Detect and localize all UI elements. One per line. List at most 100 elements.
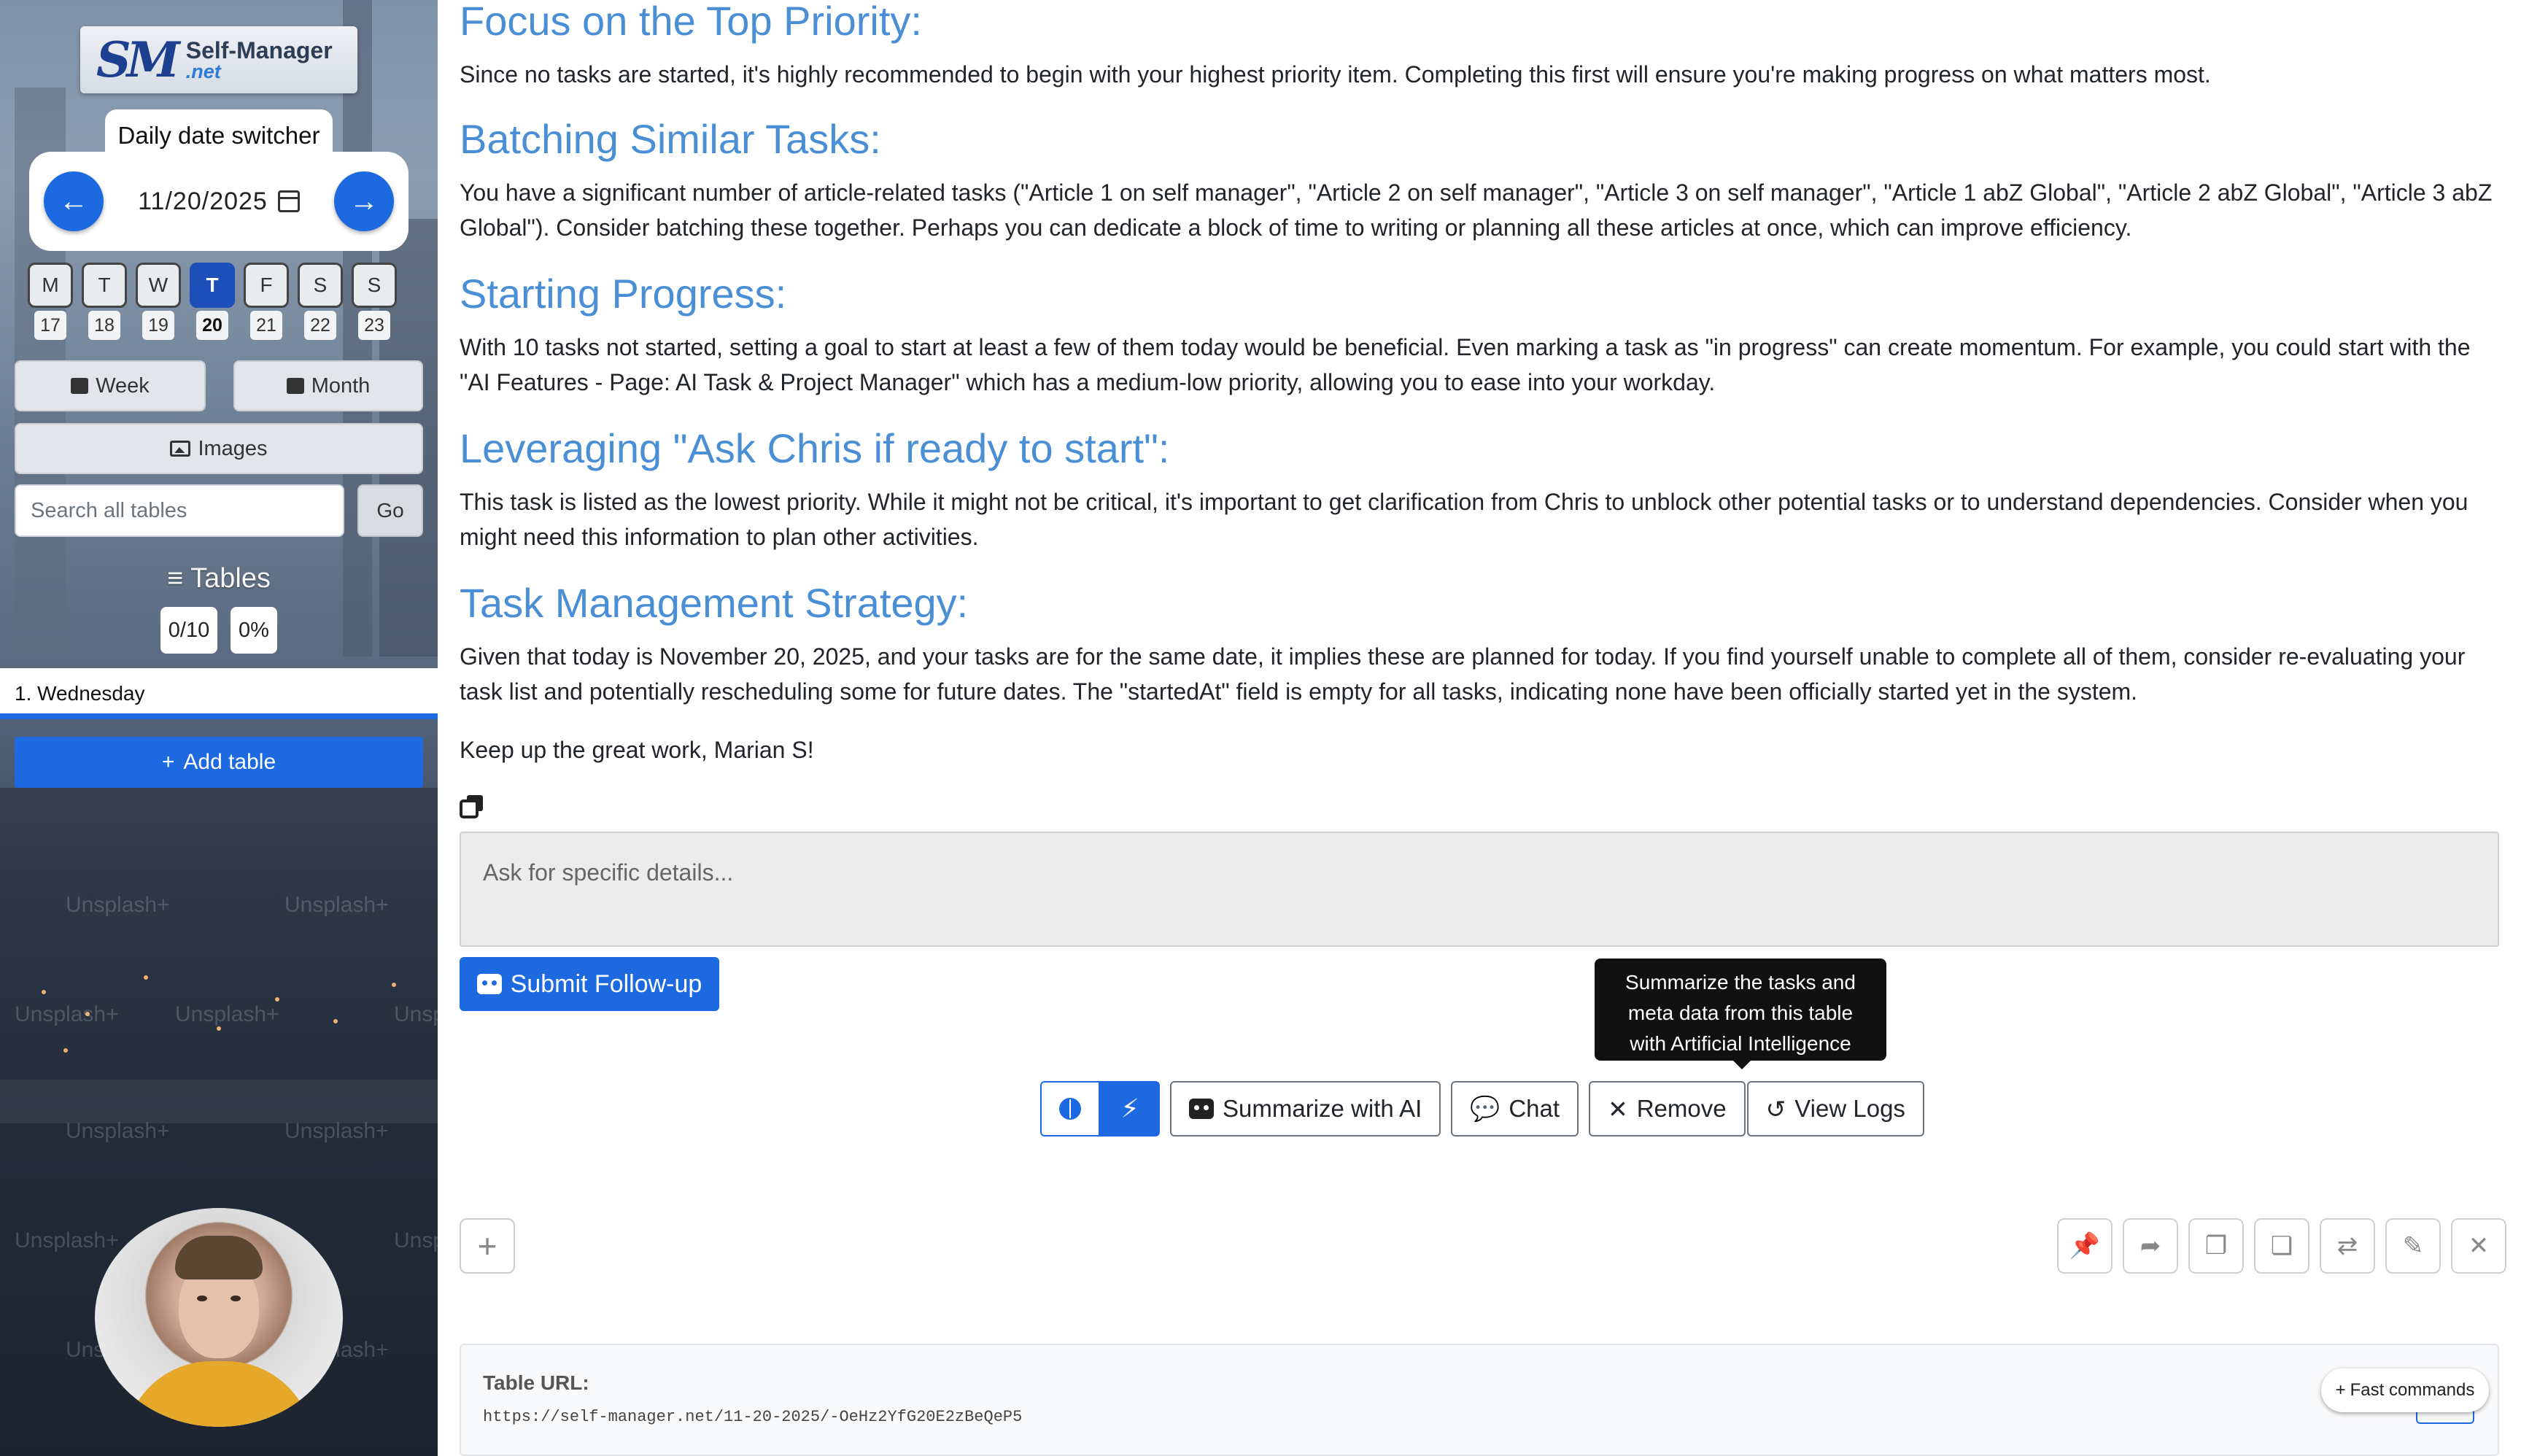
summary-heading: Batching Similar Tasks: — [460, 116, 881, 162]
close-icon: ✕ — [2468, 1232, 2490, 1260]
summary-heading: Starting Progress: — [460, 271, 787, 317]
avatar[interactable] — [95, 1208, 343, 1427]
summary-paragraph: This task is listed as the lowest priori… — [460, 489, 2468, 550]
calendar-icon — [286, 378, 304, 394]
weekday-sun[interactable]: S 23 — [352, 263, 397, 340]
clone-button[interactable]: ❏ — [2254, 1218, 2309, 1274]
weekday-fri[interactable]: F 21 — [244, 263, 289, 340]
tables-heading: ≡ Tables — [0, 563, 438, 595]
view-logs-button[interactable]: ↺ View Logs — [1746, 1081, 1924, 1136]
copy-icon: ❐ — [2204, 1232, 2228, 1260]
pin-button[interactable]: 📌 — [2057, 1218, 2113, 1274]
move-button[interactable]: ⇄ — [2320, 1218, 2375, 1274]
search-go-button[interactable]: Go — [357, 484, 423, 537]
remove-button[interactable]: ✕ Remove — [1589, 1081, 1746, 1136]
logo-tld: .net — [185, 60, 221, 82]
weekday-letter: T — [190, 263, 235, 308]
chat-icon: 💬 — [1470, 1094, 1500, 1122]
weekday-date: 18 — [88, 311, 120, 340]
week-label: Week — [96, 373, 150, 398]
close-table-button[interactable]: ✕ — [2451, 1218, 2506, 1274]
previous-day-button[interactable]: ← — [44, 171, 104, 231]
next-day-button[interactable]: → — [333, 171, 394, 231]
weekday-date: 22 — [304, 311, 336, 340]
chat-label: Chat — [1509, 1095, 1560, 1122]
table-url-label: Table URL: — [483, 1371, 589, 1394]
plus-icon: + — [477, 1227, 497, 1265]
date-input[interactable]: 11/20/2025 — [138, 187, 300, 216]
fast-mode-button[interactable]: ⚡ — [1100, 1081, 1160, 1136]
duplicate-button[interactable]: ❐ — [2188, 1218, 2244, 1274]
weekday-date: 17 — [34, 311, 66, 340]
submit-followup-button[interactable]: Submit Follow-up — [460, 957, 719, 1011]
summary-heading: Focus on the Top Priority: — [460, 0, 922, 44]
robot-icon — [476, 974, 502, 994]
summarize-with-ai-button[interactable]: Summarize with AI — [1170, 1081, 1441, 1136]
weekday-thu-selected[interactable]: T 20 — [190, 263, 235, 340]
add-row-button[interactable]: + — [460, 1218, 515, 1274]
weekday-sat[interactable]: S 22 — [298, 263, 343, 340]
chat-button[interactable]: 💬 Chat — [1451, 1081, 1579, 1136]
followup-input[interactable] — [460, 832, 2499, 947]
history-icon: ↺ — [1765, 1095, 1786, 1123]
watermark-text: Unsplash+ — [394, 1002, 438, 1026]
share-button[interactable]: ➦ — [2123, 1218, 2178, 1274]
watermark-text: Unsplash+ — [284, 1119, 389, 1143]
edit-button[interactable]: ✎ — [2385, 1218, 2441, 1274]
images-button[interactable]: Images — [15, 423, 423, 474]
summary-paragraph: You have a significant number of article… — [460, 179, 2493, 241]
logo[interactable]: SM Self-Manager .net — [80, 26, 357, 93]
calendar-icon[interactable] — [277, 190, 300, 212]
weekday-letter: S — [352, 263, 397, 308]
watermark-text: Unsplash+ — [15, 1002, 119, 1026]
search-tables-input[interactable] — [15, 484, 344, 537]
summary-paragraph: Given that today is November 20, 2025, a… — [460, 643, 2466, 705]
weekday-letter: W — [136, 263, 181, 308]
table-url-panel: Table URL: https://self-manager.net/11-2… — [460, 1344, 2499, 1456]
logo-name: Self-Manager — [185, 36, 333, 63]
weekday-date: 20 — [196, 311, 228, 340]
add-table-label: Add table — [183, 750, 276, 774]
ai-toolbar: ⚡ Summarize with AI 💬 Chat ✕ Remove ↺ Vi… — [1040, 1081, 1935, 1136]
main-content: Focus on the Top Priority: Since no task… — [438, 0, 2521, 1456]
tables-percent-badge: 0% — [231, 607, 277, 654]
month-label: Month — [311, 373, 371, 398]
weekday-letter: M — [28, 263, 73, 308]
month-view-button[interactable]: Month — [233, 360, 423, 411]
summarize-label: Summarize with AI — [1223, 1095, 1422, 1122]
date-switcher: ← 11/20/2025 → — [29, 152, 408, 251]
weekday-wed[interactable]: W 19 — [136, 263, 181, 340]
tooltip-line: with Artificial Intelligence — [1630, 1032, 1851, 1055]
date-day: 20 — [172, 187, 202, 215]
week-view-button[interactable]: Week — [15, 360, 206, 411]
date-month: 11 — [138, 187, 166, 215]
arrow-right-icon: → — [349, 185, 379, 217]
table-url-value[interactable]: https://self-manager.net/11-20-2025/-OeH… — [483, 1408, 2476, 1426]
summary-heading: Task Management Strategy: — [460, 580, 969, 626]
pin-icon: 📌 — [2069, 1232, 2101, 1260]
close-icon: ✕ — [1608, 1095, 1628, 1123]
table-actions: 📌 ➦ ❐ ❏ ⇄ ✎ ✕ — [2057, 1218, 2506, 1274]
watermark-text: Unsplash+ — [175, 1002, 279, 1026]
date-year: 2025 — [209, 187, 268, 215]
tables-heading-label: Tables — [190, 563, 271, 594]
watermark-text: Unsplash+ — [15, 1228, 119, 1252]
summary-closing: Keep up the great work, Marian S! — [460, 737, 814, 763]
weekday-mon[interactable]: M 17 — [28, 263, 73, 340]
edit-icon: ✎ — [2402, 1232, 2424, 1260]
brain-mode-button[interactable] — [1040, 1081, 1100, 1136]
clone-icon: ❏ — [2270, 1232, 2293, 1260]
copy-icon[interactable] — [460, 794, 484, 818]
table-list-item[interactable]: 1. Wednesday — [0, 668, 438, 719]
watermark-text: Unsplash+ — [284, 893, 389, 917]
summarize-tooltip: Summarize the tasks and meta data from t… — [1595, 959, 1886, 1069]
weekday-date: 19 — [142, 311, 174, 340]
list-icon: ≡ — [167, 563, 184, 594]
fast-commands-button[interactable]: + Fast commands — [2321, 1368, 2489, 1412]
add-table-button[interactable]: + Add table — [15, 737, 423, 788]
weekday-date: 23 — [358, 311, 390, 340]
watermark-text: Unsplash+ — [66, 893, 170, 917]
summary-paragraph: Since no tasks are started, it's highly … — [460, 61, 2211, 88]
tooltip-line: Summarize the tasks and — [1625, 971, 1856, 994]
weekday-tue[interactable]: T 18 — [82, 263, 127, 340]
